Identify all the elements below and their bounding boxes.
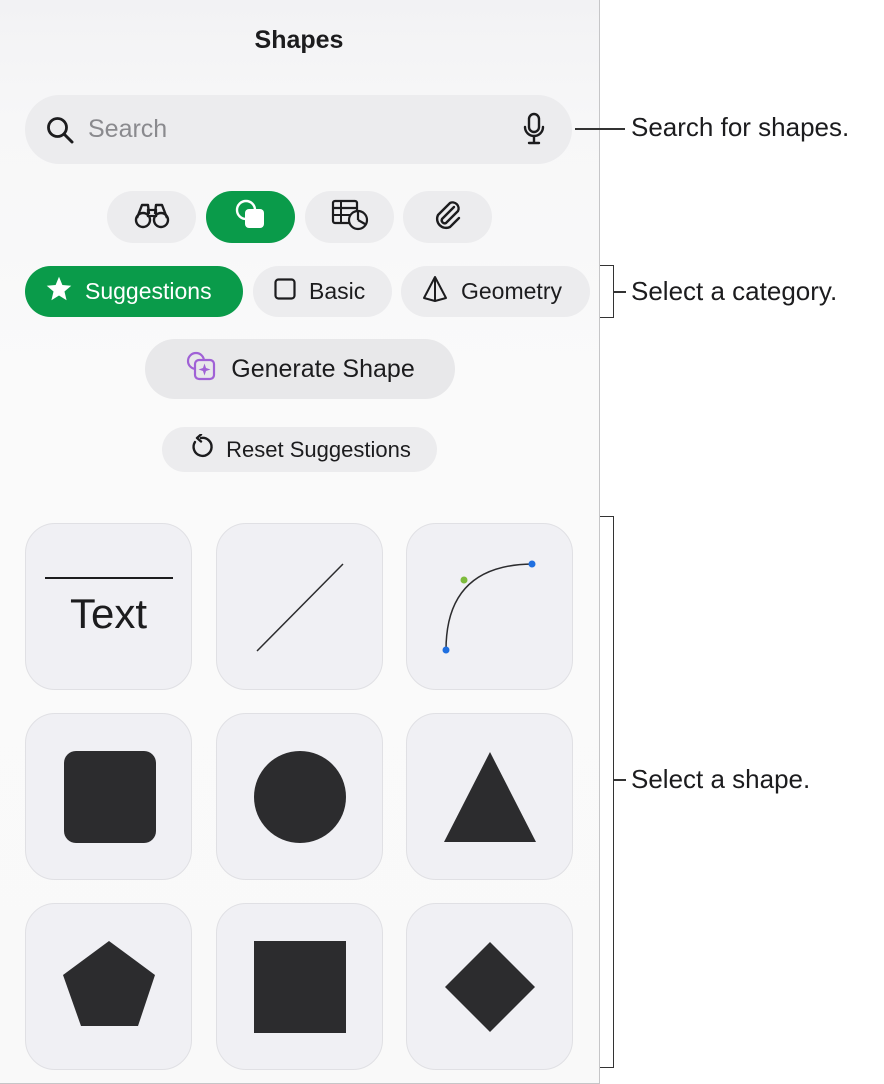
table-chart-icon: [331, 199, 369, 236]
rounded-square-shape: [64, 751, 156, 843]
bracket-shape: [600, 516, 614, 1068]
tab-table-chart[interactable]: [305, 191, 394, 243]
panel-title: Shapes: [254, 26, 344, 54]
shape-tile-circle[interactable]: [216, 713, 383, 880]
callout-category: Select a category.: [631, 276, 838, 306]
tab-media[interactable]: [403, 191, 492, 243]
shape-tile-rounded-square[interactable]: [25, 713, 192, 880]
text-shape-label: Text: [69, 590, 148, 637]
shape-tile-pentagon[interactable]: [25, 903, 192, 1070]
callout-line-search: [575, 128, 625, 130]
shape-tile-triangle[interactable]: [406, 713, 573, 880]
square-shape: [254, 941, 346, 1033]
pyramid-icon: [421, 275, 449, 309]
shape-tile-text[interactable]: Text: [25, 523, 192, 690]
square-outline-icon: [273, 277, 297, 307]
category-suggestions[interactable]: Suggestions: [25, 266, 243, 317]
category-basic[interactable]: Basic: [253, 266, 392, 317]
shape-tile-diamond[interactable]: [406, 903, 573, 1070]
shape-tile-curve[interactable]: [406, 523, 573, 690]
microphone-icon[interactable]: [522, 112, 546, 151]
category-label: Basic: [309, 278, 366, 304]
callout-search: Search for shapes.: [631, 112, 850, 142]
reset-arrow-icon: [188, 432, 214, 466]
reset-suggestions-label: Reset Suggestions: [226, 436, 411, 462]
pentagon-shape: [63, 941, 155, 1026]
search-icon: [45, 115, 75, 150]
shape-tile-line[interactable]: [216, 523, 383, 690]
shapes-panel: Shapes Search Suggestions Basic Geometry…: [0, 0, 600, 1084]
bracket-category: [600, 265, 614, 318]
paperclip-icon: [433, 199, 463, 236]
category-geometry[interactable]: Geometry: [401, 266, 590, 317]
sparkle-shapes-icon: [185, 350, 217, 389]
diamond-shape: [445, 942, 535, 1032]
triangle-shape: [444, 752, 536, 842]
curve-shape: [442, 560, 536, 654]
tab-shapes[interactable]: [206, 191, 295, 243]
callout-shape: Select a shape.: [631, 764, 811, 794]
category-label: Suggestions: [85, 278, 212, 304]
shapes-icon: [234, 198, 268, 237]
shape-tile-square[interactable]: [216, 903, 383, 1070]
generate-shape-button[interactable]: Generate Shape: [145, 339, 455, 399]
reset-suggestions-button[interactable]: Reset Suggestions: [162, 427, 437, 472]
star-icon: [45, 275, 73, 309]
circle-shape: [254, 751, 346, 843]
callout-line-category: [614, 291, 626, 293]
search-input[interactable]: [88, 109, 488, 149]
text-shape-rule: [45, 577, 173, 579]
binoculars-icon: [134, 201, 170, 234]
category-label: Geometry: [461, 278, 562, 304]
callout-line-shape: [614, 779, 626, 781]
search-bar[interactable]: [25, 95, 572, 164]
tab-binoculars[interactable]: [107, 191, 196, 243]
generate-shape-label: Generate Shape: [231, 354, 415, 383]
line-shape: [256, 563, 344, 652]
